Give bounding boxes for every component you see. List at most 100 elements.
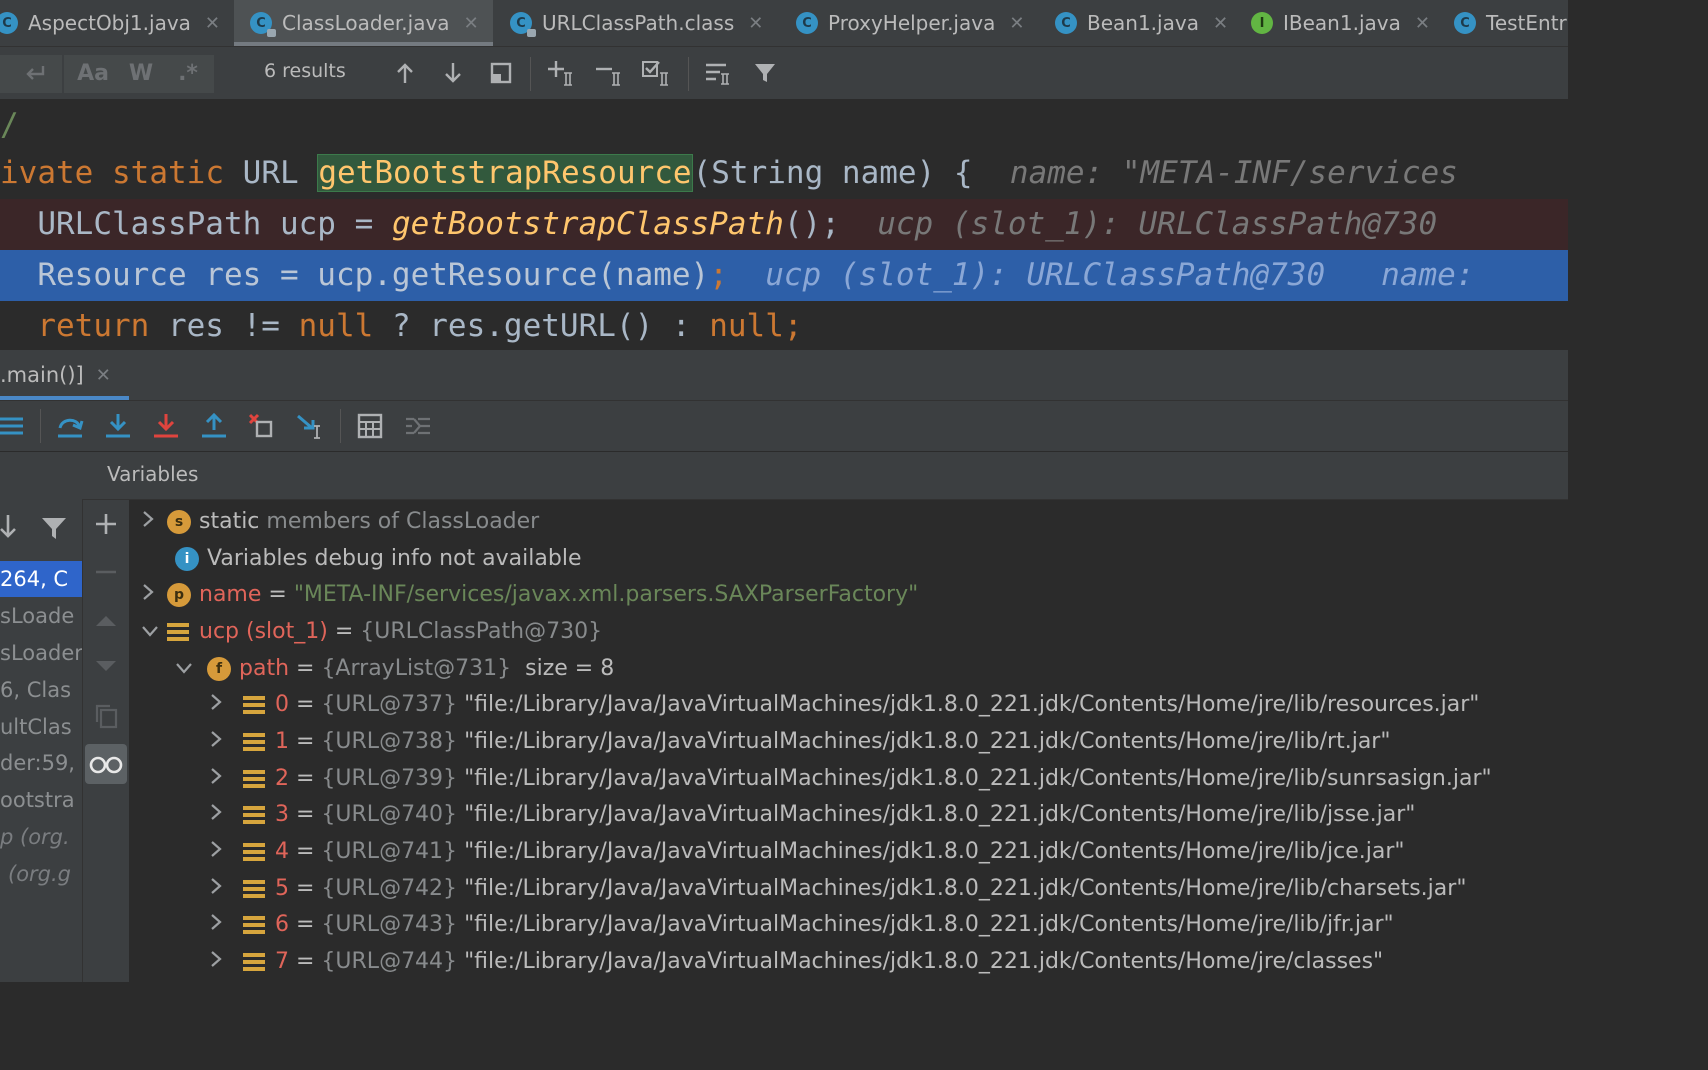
item-value: "file:/Library/Java/JavaVirtualMachines/… (464, 729, 1391, 754)
chevron-right-icon[interactable] (209, 798, 243, 820)
inline-value-hint: name: "META-INF/services (1009, 155, 1458, 191)
field-list-icon (243, 730, 265, 754)
add-watch-icon[interactable] (94, 512, 118, 540)
filter-icon[interactable] (748, 57, 782, 89)
field-list-icon (243, 877, 265, 901)
frames-pane: 264, C sLoade sLoader 6, Clas ultClas de… (0, 452, 82, 982)
stack-frame[interactable]: ultClas (0, 709, 82, 745)
force-step-into-icon[interactable] (148, 409, 184, 443)
step-into-icon[interactable] (100, 409, 136, 443)
tab-aspectobj1[interactable]: C AspectObj1.java ✕ (0, 0, 220, 46)
chevron-down-icon[interactable] (175, 652, 207, 674)
run-to-cursor-icon[interactable] (292, 409, 328, 443)
chevron-right-icon[interactable] (209, 908, 243, 930)
field-icon: f (207, 657, 231, 681)
array-item[interactable]: 5 = {URL@742} "file:/Library/Java/JavaVi… (209, 871, 1466, 907)
stack-frame[interactable]: der:59, (0, 745, 82, 781)
select-all-occurrences-icon[interactable] (640, 57, 674, 89)
match-case-button[interactable]: Aa (76, 57, 110, 89)
item-ref: {URL@740} (321, 802, 458, 827)
search-match-highlight: getBootstrapResource (317, 154, 693, 192)
close-icon[interactable]: ✕ (96, 365, 111, 386)
trace-stream-icon[interactable] (400, 409, 436, 443)
open-in-window-icon[interactable] (484, 57, 518, 89)
stack-frame[interactable]: (org.g (0, 856, 90, 892)
item-value: "file:/Library/Java/JavaVirtualMachines/… (464, 839, 1405, 864)
variable-node-path[interactable]: f path = {ArrayList@731} size = 8 (175, 651, 614, 687)
add-occurrence-icon[interactable] (545, 57, 579, 89)
item-index: 4 (275, 839, 289, 864)
tab-proxyhelper[interactable]: C ProxyHelper.java ✕ (796, 0, 1024, 46)
filter-icon[interactable] (40, 514, 68, 542)
item-ref: {URL@741} (321, 839, 458, 864)
search-results-count: 6 results (264, 60, 346, 82)
tab-ibean1[interactable]: I IBean1.java ✕ (1251, 0, 1430, 46)
chevron-right-icon[interactable] (141, 578, 167, 600)
info-text: Variables debug info not available (207, 546, 582, 571)
array-item[interactable]: 1 = {URL@738} "file:/Library/Java/JavaVi… (209, 724, 1390, 760)
menu-icon[interactable] (0, 409, 28, 443)
array-item[interactable]: 3 = {URL@740} "file:/Library/Java/JavaVi… (209, 797, 1415, 833)
remove-occurrence-icon[interactable] (593, 57, 627, 89)
tab-urlclasspath[interactable]: C URLClassPath.class ✕ (510, 0, 763, 46)
chevron-right-icon[interactable] (209, 762, 243, 784)
next-occurrence-icon[interactable] (436, 57, 470, 89)
tab-classloader[interactable]: C ClassLoader.java ✕ (234, 0, 493, 46)
interface-icon: I (1251, 12, 1273, 34)
filter-search-results-icon[interactable] (700, 57, 734, 89)
variable-node-name[interactable]: p name = "META-INF/services/javax.xml.par… (141, 577, 918, 613)
remove-watch-icon[interactable] (94, 560, 118, 588)
move-down-icon[interactable] (94, 655, 118, 683)
code-line-method-signature: ivate static URL getBootstrapResource(St… (0, 154, 1458, 192)
stack-frame[interactable]: sLoade (0, 598, 82, 634)
chevron-right-icon[interactable] (141, 505, 167, 527)
code-editor[interactable]: / ivate static URL getBootstrapResource(… (0, 100, 1568, 350)
move-up-icon[interactable] (94, 608, 118, 636)
close-icon[interactable]: ✕ (464, 13, 479, 34)
variable-node-static[interactable]: s static members of ClassLoader (141, 504, 539, 540)
newline-icon[interactable] (18, 57, 52, 89)
chevron-right-icon[interactable] (209, 835, 243, 857)
chevron-right-icon[interactable] (209, 725, 243, 747)
tab-testentr[interactable]: C TestEntr (1454, 0, 1567, 46)
close-icon[interactable]: ✕ (1415, 13, 1430, 34)
array-item[interactable]: 0 = {URL@737} "file:/Library/Java/JavaVi… (209, 687, 1479, 723)
variable-node-ucp[interactable]: ucp (slot_1) = {URLClassPath@730} (141, 614, 602, 650)
debug-session-tab[interactable]: .main()] ✕ (0, 350, 129, 400)
array-item[interactable]: 7 = {URL@744} "file:/Library/Java/JavaVi… (209, 944, 1383, 980)
step-over-icon[interactable] (52, 409, 88, 443)
arrow-down-icon[interactable] (0, 512, 20, 542)
array-item[interactable]: 4 = {URL@741} "file:/Library/Java/JavaVi… (209, 834, 1405, 870)
close-icon[interactable]: ✕ (1213, 13, 1228, 34)
previous-occurrence-icon[interactable] (388, 57, 422, 89)
show-watches-toggle[interactable] (85, 744, 127, 784)
chevron-right-icon[interactable] (209, 688, 243, 710)
array-item[interactable]: 6 = {URL@743} "file:/Library/Java/JavaVi… (209, 907, 1394, 943)
stack-frame[interactable]: sLoader (0, 635, 82, 671)
chevron-right-icon[interactable] (209, 872, 243, 894)
regex-button[interactable]: .* (171, 57, 205, 89)
stack-frame[interactable]: 264, C (0, 561, 82, 597)
array-item[interactable]: 2 = {URL@739} "file:/Library/Java/JavaVi… (209, 761, 1492, 797)
tab-label: ClassLoader.java (282, 11, 450, 35)
close-icon[interactable]: ✕ (205, 13, 220, 34)
stack-frame[interactable]: ootstra (0, 782, 82, 818)
stack-frame[interactable]: 6, Clas (0, 672, 82, 708)
chevron-down-icon[interactable] (141, 615, 167, 637)
copy-icon[interactable] (94, 703, 118, 733)
variable-name: ucp (slot_1) (199, 619, 328, 644)
evaluate-expression-icon[interactable] (352, 409, 388, 443)
separator (40, 409, 41, 443)
tab-bean1[interactable]: C Bean1.java ✕ (1055, 0, 1228, 46)
close-icon[interactable]: ✕ (748, 13, 763, 34)
static-label: static (199, 509, 260, 534)
debug-session-tabs (0, 350, 1568, 401)
separator (688, 57, 689, 91)
stack-frame[interactable]: p (org. (0, 819, 82, 855)
whole-word-button[interactable]: W (124, 57, 158, 89)
drop-frame-icon[interactable] (244, 409, 280, 443)
class-icon: C (1055, 12, 1077, 34)
chevron-right-icon[interactable] (209, 945, 243, 967)
close-icon[interactable]: ✕ (1009, 13, 1024, 34)
step-out-icon[interactable] (196, 409, 232, 443)
